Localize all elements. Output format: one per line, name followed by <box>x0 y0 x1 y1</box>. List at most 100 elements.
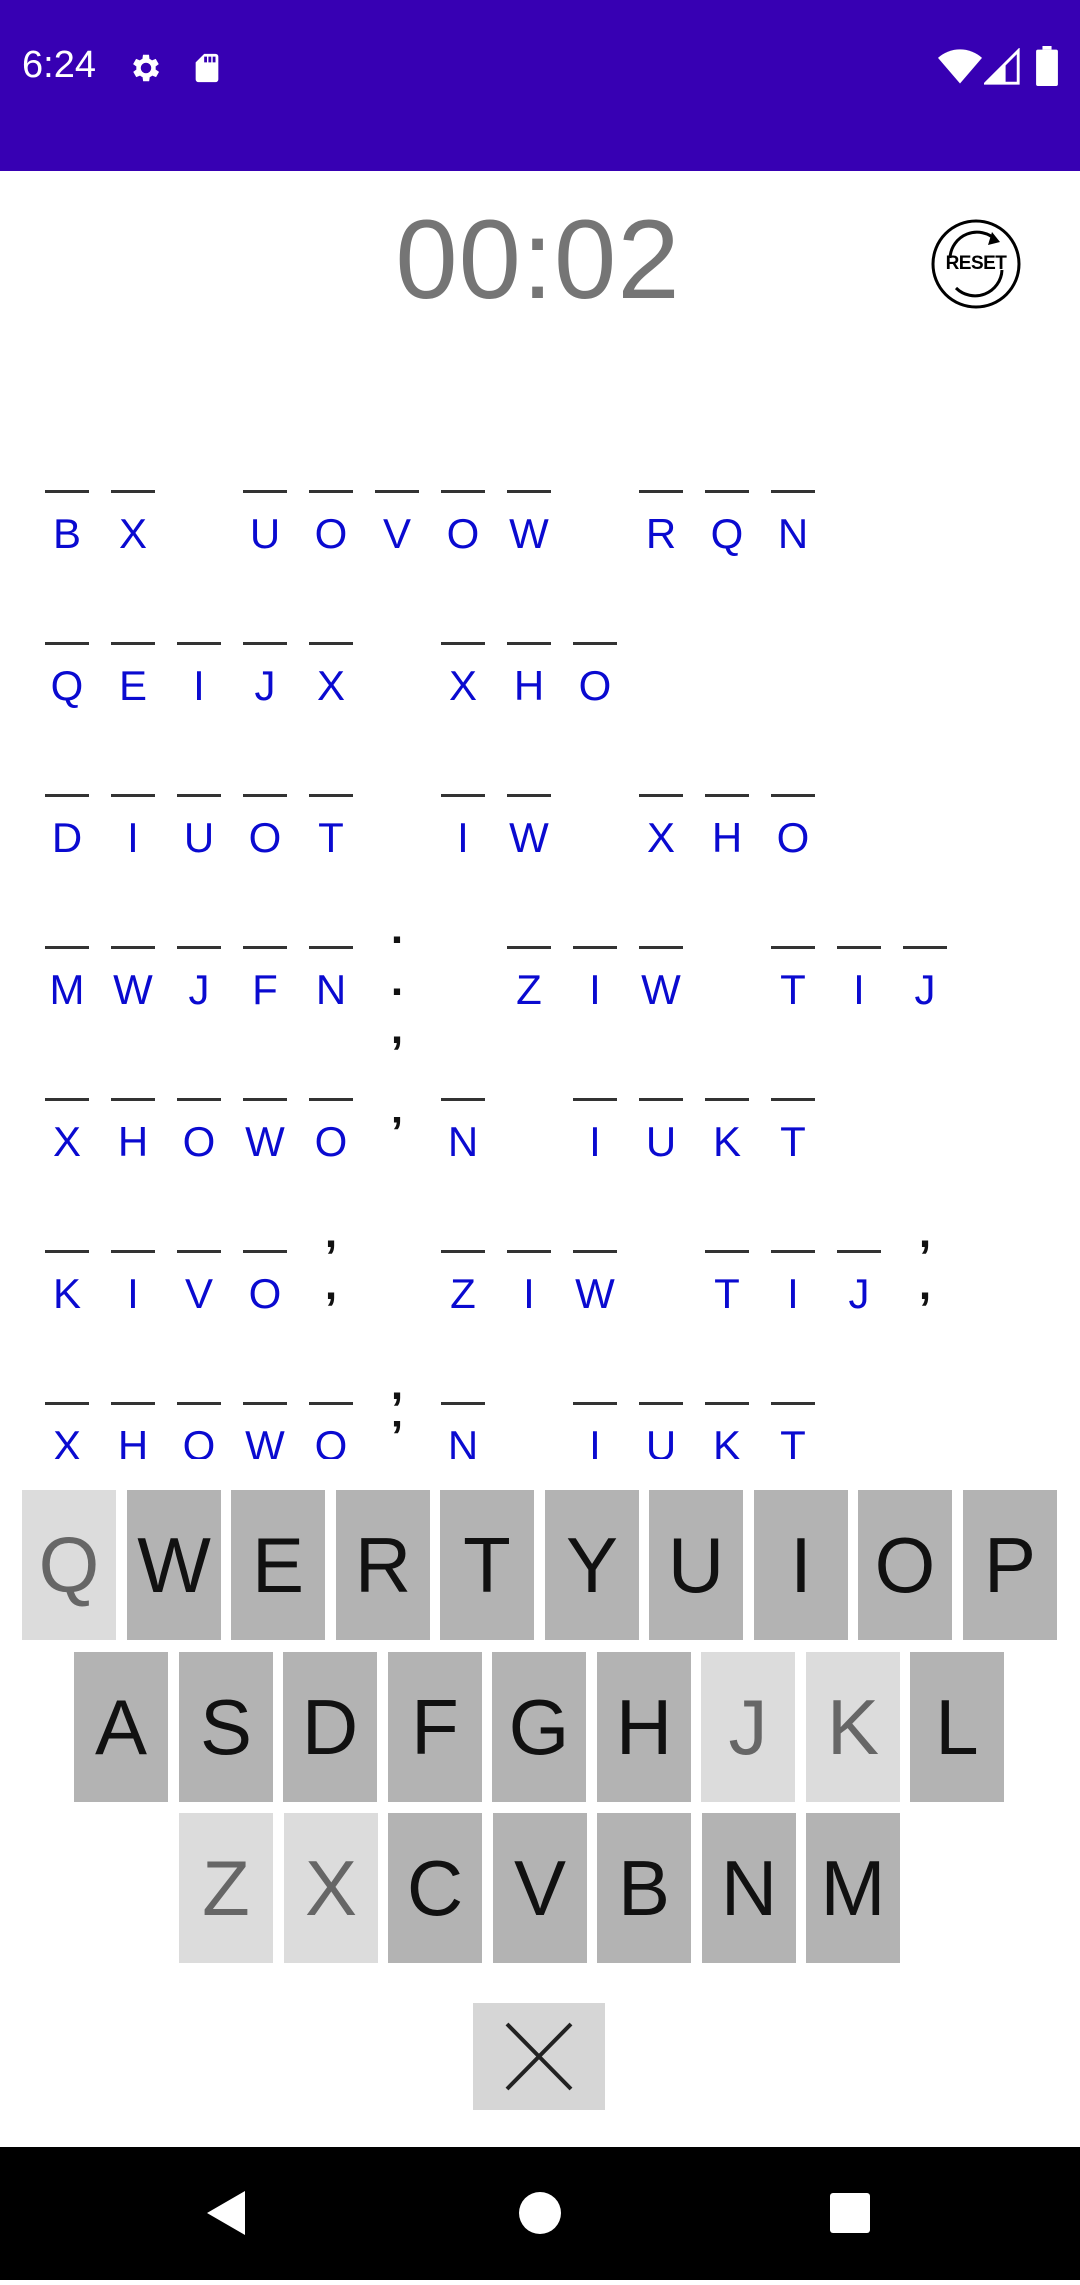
letter-cell[interactable]: O <box>301 460 361 557</box>
key-z[interactable]: Z <box>179 1813 273 1963</box>
letter-cell[interactable]: V <box>169 1220 229 1317</box>
key-o[interactable]: O <box>858 1490 952 1640</box>
letter-cell[interactable]: D <box>37 764 97 861</box>
letter-cell[interactable]: W <box>499 460 559 557</box>
key-l[interactable]: L <box>910 1652 1004 1802</box>
key-g[interactable]: G <box>492 1652 586 1802</box>
key-q[interactable]: Q <box>22 1490 116 1640</box>
letter-cell[interactable]: I <box>103 764 163 861</box>
key-y[interactable]: Y <box>545 1490 639 1640</box>
letter-cell[interactable]: O <box>235 1220 295 1317</box>
letter-cell[interactable]: U <box>631 1372 691 1459</box>
letter-cell[interactable]: O <box>235 764 295 861</box>
letter-cell[interactable]: O <box>169 1372 229 1459</box>
letter-cell[interactable]: O <box>763 764 823 861</box>
key-j[interactable]: J <box>701 1652 795 1802</box>
letter-cell[interactable]: Q <box>37 612 97 709</box>
letter-cell[interactable]: T <box>763 1068 823 1165</box>
key-a[interactable]: A <box>74 1652 168 1802</box>
letter-cell[interactable]: T <box>763 1372 823 1459</box>
letter-cell[interactable]: Z <box>433 1220 493 1317</box>
key-w[interactable]: W <box>127 1490 221 1640</box>
letter-cell[interactable]: W <box>235 1372 295 1459</box>
letter-cell[interactable]: Q <box>697 460 757 557</box>
delete-button[interactable] <box>473 2003 605 2110</box>
letter-cell[interactable]: T <box>763 916 823 1013</box>
letter-cell[interactable]: N <box>301 916 361 1013</box>
letter-cell[interactable]: R <box>631 460 691 557</box>
letter-cell[interactable]: I <box>499 1220 559 1317</box>
letter-cell[interactable]: X <box>433 612 493 709</box>
letter-cell[interactable]: M <box>37 916 97 1013</box>
letter-cell[interactable]: W <box>235 1068 295 1165</box>
nav-recents-button[interactable] <box>790 2147 910 2280</box>
letter-cell[interactable]: X <box>631 764 691 861</box>
letter-cell[interactable]: J <box>895 916 955 1013</box>
letter-cell[interactable]: X <box>37 1372 97 1459</box>
letter-cell[interactable]: K <box>37 1220 97 1317</box>
letter-cell[interactable]: J <box>235 612 295 709</box>
letter-cell[interactable]: V <box>367 460 427 557</box>
key-d[interactable]: D <box>283 1652 377 1802</box>
letter-cell[interactable]: X <box>37 1068 97 1165</box>
letter-cell[interactable]: H <box>697 764 757 861</box>
key-r[interactable]: R <box>336 1490 430 1640</box>
key-m[interactable]: M <box>806 1813 900 1963</box>
key-c[interactable]: C <box>388 1813 482 1963</box>
letter-cell[interactable]: E <box>103 612 163 709</box>
letter-cell[interactable]: O <box>301 1372 361 1459</box>
letter-cell[interactable]: I <box>103 1220 163 1317</box>
letter-cell[interactable]: H <box>499 612 559 709</box>
key-i[interactable]: I <box>754 1490 848 1640</box>
key-h[interactable]: H <box>597 1652 691 1802</box>
letter-cell[interactable]: X <box>103 460 163 557</box>
letter-cell[interactable]: U <box>631 1068 691 1165</box>
key-p[interactable]: P <box>963 1490 1057 1640</box>
key-k[interactable]: K <box>806 1652 900 1802</box>
letter-cell[interactable]: N <box>433 1372 493 1459</box>
letter-cell[interactable]: I <box>763 1220 823 1317</box>
letter-cell[interactable]: I <box>829 916 889 1013</box>
letter-cell[interactable]: H <box>103 1068 163 1165</box>
letter-cell[interactable]: O <box>301 1068 361 1165</box>
key-u[interactable]: U <box>649 1490 743 1640</box>
letter-cell[interactable]: I <box>433 764 493 861</box>
reset-button[interactable]: RESET <box>930 218 1022 310</box>
letter-cell[interactable]: T <box>301 764 361 861</box>
letter-cell[interactable]: X <box>301 612 361 709</box>
letter-cell[interactable]: H <box>103 1372 163 1459</box>
letter-cell[interactable]: I <box>169 612 229 709</box>
letter-cell[interactable]: W <box>499 764 559 861</box>
letter-cell[interactable]: N <box>763 460 823 557</box>
key-n[interactable]: N <box>702 1813 796 1963</box>
key-t[interactable]: T <box>440 1490 534 1640</box>
letter-cell[interactable]: O <box>565 612 625 709</box>
letter-cell[interactable]: U <box>169 764 229 861</box>
key-f[interactable]: F <box>388 1652 482 1802</box>
letter-cell[interactable]: K <box>697 1372 757 1459</box>
nav-home-button[interactable] <box>480 2147 600 2280</box>
letter-cell[interactable]: T <box>697 1220 757 1317</box>
letter-cell[interactable]: Z <box>499 916 559 1013</box>
key-x[interactable]: X <box>284 1813 378 1963</box>
key-s[interactable]: S <box>179 1652 273 1802</box>
letter-cell[interactable]: F <box>235 916 295 1013</box>
key-b[interactable]: B <box>597 1813 691 1963</box>
letter-cell[interactable]: N <box>433 1068 493 1165</box>
letter-cell[interactable]: K <box>697 1068 757 1165</box>
letter-cell[interactable]: U <box>235 460 295 557</box>
letter-cell[interactable]: W <box>103 916 163 1013</box>
letter-cell[interactable]: W <box>565 1220 625 1317</box>
letter-cell[interactable]: I <box>565 916 625 1013</box>
letter-cell[interactable]: J <box>169 916 229 1013</box>
letter-cell[interactable]: B <box>37 460 97 557</box>
nav-back-button[interactable] <box>165 2147 285 2280</box>
letter-cell[interactable]: O <box>433 460 493 557</box>
key-e[interactable]: E <box>231 1490 325 1640</box>
letter-cell[interactable]: W <box>631 916 691 1013</box>
letter-cell[interactable]: O <box>169 1068 229 1165</box>
key-v[interactable]: V <box>493 1813 587 1963</box>
letter-cell[interactable]: I <box>565 1372 625 1459</box>
letter-cell[interactable]: I <box>565 1068 625 1165</box>
letter-cell[interactable]: J <box>829 1220 889 1317</box>
